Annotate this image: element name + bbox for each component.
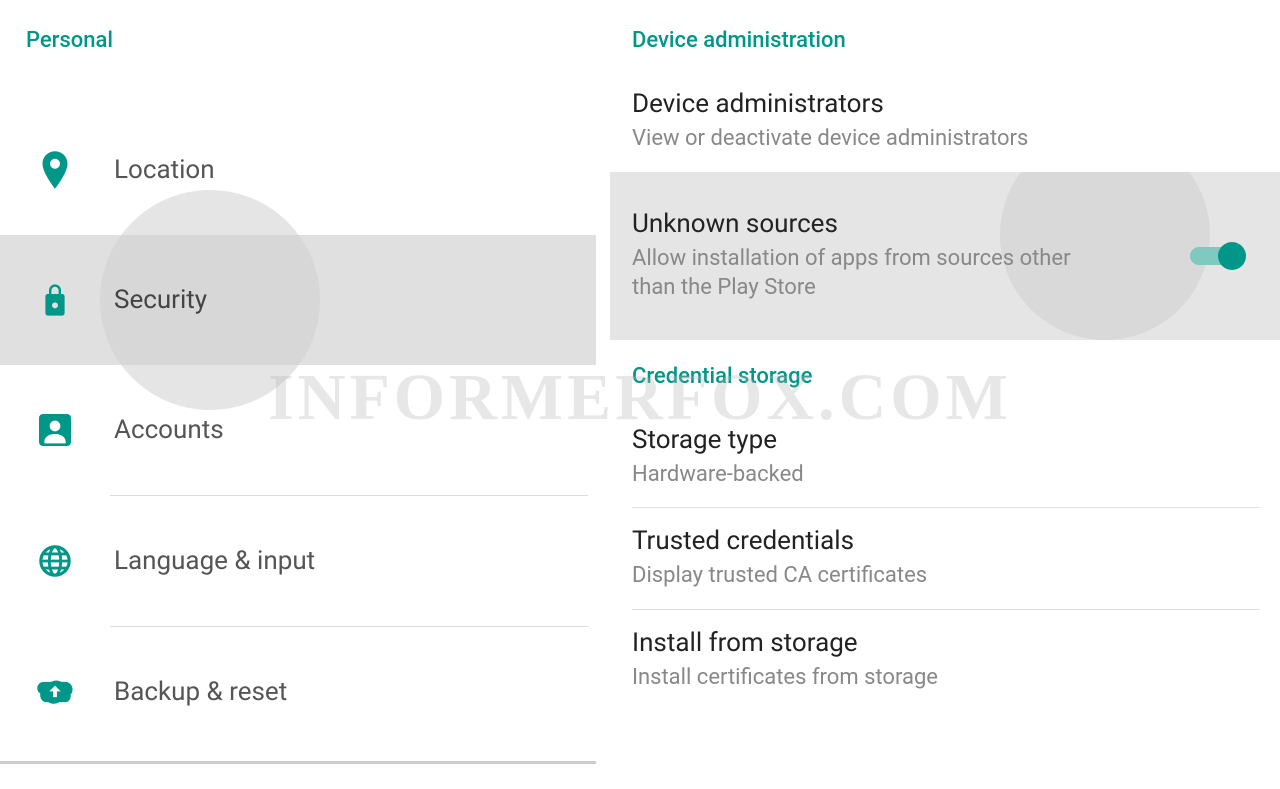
- list-item-label: Backup & reset: [114, 677, 287, 707]
- setting-subtitle: View or deactivate device administrators: [632, 125, 1112, 154]
- setting-install-from-storage[interactable]: Install from storage Install certificate…: [632, 610, 1280, 711]
- setting-subtitle: Install certificates from storage: [632, 664, 1112, 693]
- list-item-accounts[interactable]: Accounts: [0, 365, 596, 495]
- setting-unknown-sources[interactable]: Unknown sources Allow installation of ap…: [610, 172, 1280, 340]
- setting-title: Trusted credentials: [632, 526, 1280, 556]
- list-item-location[interactable]: Location: [0, 105, 596, 235]
- setting-device-administrators[interactable]: Device administrators View or deactivate…: [632, 71, 1280, 172]
- setting-title: Install from storage: [632, 628, 1280, 658]
- setting-subtitle: Allow installation of apps from sources …: [632, 245, 1112, 302]
- list-item-label: Security: [114, 285, 207, 315]
- lock-icon: [36, 281, 74, 319]
- section-header-personal: Personal: [0, 0, 596, 53]
- list-item-backup-reset[interactable]: Backup & reset: [0, 627, 596, 757]
- account-icon: [36, 411, 74, 449]
- section-header-credential-storage: Credential storage: [632, 340, 1280, 407]
- backup-icon: [36, 673, 74, 711]
- list-item-language-input[interactable]: Language & input: [0, 496, 596, 626]
- toggle-thumb: [1218, 242, 1246, 270]
- settings-list-personal: Location Security Accounts L: [0, 105, 596, 764]
- globe-icon: [36, 542, 74, 580]
- section-header-device-admin: Device administration: [632, 0, 1280, 71]
- location-icon: [36, 151, 74, 189]
- setting-title: Storage type: [632, 425, 1280, 455]
- setting-storage-type[interactable]: Storage type Hardware-backed: [632, 407, 1280, 508]
- list-item-security[interactable]: Security: [0, 235, 596, 365]
- list-item-label: Accounts: [114, 415, 224, 445]
- list-item-label: Location: [114, 155, 215, 185]
- setting-subtitle: Hardware-backed: [632, 461, 1112, 490]
- divider: [0, 761, 596, 764]
- setting-trusted-credentials[interactable]: Trusted credentials Display trusted CA c…: [632, 508, 1280, 609]
- setting-subtitle: Display trusted CA certificates: [632, 562, 1112, 591]
- list-item-label: Language & input: [114, 546, 315, 576]
- toggle-unknown-sources[interactable]: [1190, 243, 1246, 269]
- setting-title: Device administrators: [632, 89, 1280, 119]
- setting-title: Unknown sources: [632, 209, 1190, 239]
